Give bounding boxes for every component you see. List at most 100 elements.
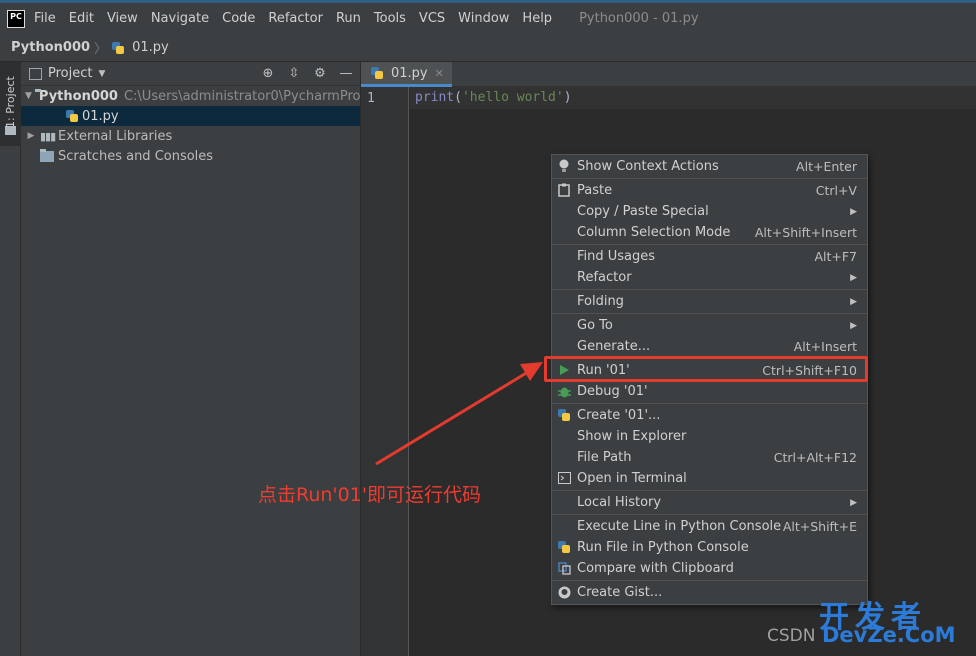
annotation-text: 点击Run'01'即可运行代码 [258,484,482,506]
ctx-label: Paste [577,183,613,198]
tree-root-path: C:\Users\administrator0\PycharmProjec [123,88,360,104]
project-view-selector[interactable]: Project [48,66,92,81]
ctx-run-file-in-console[interactable]: Run File in Python Console [552,537,867,558]
ctx-label: Local History [577,495,662,510]
run-highlight-box [544,356,868,382]
ctx-paste[interactable]: Paste Ctrl+V [552,180,867,201]
code-line[interactable]: print('hello world') [415,90,572,105]
project-tool-tab[interactable]: 1: Project [0,62,21,146]
project-tool-label: 1: Project [4,76,17,128]
ctx-generate[interactable]: Generate... Alt+Insert [552,336,867,357]
bulb-icon [557,159,571,173]
gear-icon[interactable]: ⚙ [312,66,328,82]
left-tool-strip: 1: Project [0,62,21,656]
ctx-separator [552,313,867,314]
debug-icon [557,384,571,398]
ctx-shortcut: Alt+F7 [814,249,857,264]
code-paren-close: ) [563,90,572,105]
breadcrumb-file-label: 01.py [132,40,169,55]
ctx-label: Show in Explorer [577,429,687,444]
python-icon [557,408,571,422]
tree-scratches-label: Scratches and Consoles [58,148,214,164]
ctx-label: Run File in Python Console [577,540,749,555]
ctx-label: Show Context Actions [577,159,719,174]
ctx-debug[interactable]: Debug '01' [552,381,867,402]
ctx-separator [552,178,867,179]
ctx-file-path[interactable]: File Path Ctrl+Alt+F12 [552,447,867,468]
breadcrumb-file[interactable]: 01.py [111,40,169,55]
ctx-compare-with-clipboard[interactable]: Compare with Clipboard [552,558,867,579]
ctx-go-to[interactable]: Go To ▶ [552,315,867,336]
ctx-label: Generate... [577,339,651,354]
ctx-shortcut: Alt+Shift+E [782,519,857,534]
code-paren-open: ( [454,90,462,105]
chevron-right-icon: ▶ [850,272,857,283]
code-function: print [415,90,455,105]
ctx-folding[interactable]: Folding ▶ [552,291,867,312]
ctx-copy-paste-special[interactable]: Copy / Paste Special ▶ [552,201,867,222]
menu-vcs[interactable]: VCS [419,11,445,26]
ctx-separator [552,289,867,290]
watermark-csdn: CSDN [767,626,816,646]
tree-root-row[interactable]: ▼ Python000 C:\Users\administrator0\Pych… [21,86,360,106]
library-icon: ▮▮▮ [40,129,56,143]
ctx-show-in-explorer[interactable]: Show in Explorer [552,426,867,447]
ctx-label: Compare with Clipboard [577,561,734,576]
ctx-label: Create '01'... [577,408,661,423]
ctx-local-history[interactable]: Local History ▶ [552,492,867,513]
menu-run[interactable]: Run [336,11,361,26]
chevron-right-icon: ▶ [850,320,857,331]
project-panel-header: Project ▼ ⊕ ⇳ ⚙ — [21,62,360,86]
hide-panel-icon[interactable]: — [338,66,354,82]
editor-tab-bar: 01.py ✕ [361,62,976,87]
python-file-icon [370,66,384,80]
line-gutter: 1 [361,87,409,656]
paste-icon [557,183,571,197]
menu-help[interactable]: Help [522,11,552,26]
ctx-separator [552,244,867,245]
editor-tab-01py[interactable]: 01.py ✕ [361,62,452,87]
tree-scratches-row[interactable]: Scratches and Consoles [21,146,360,166]
ctx-label: Column Selection Mode [577,225,731,240]
ctx-shortcut: Alt+Insert [793,339,857,354]
ctx-refactor[interactable]: Refactor ▶ [552,267,867,288]
ctx-label: Go To [577,318,613,333]
tree-file-row[interactable]: 01.py [21,106,360,126]
python-file-icon [65,109,79,123]
ctx-execute-line-in-console[interactable]: Execute Line in Python Console Alt+Shift… [552,516,867,537]
menu-edit[interactable]: Edit [69,11,94,26]
scratches-icon [40,148,54,162]
project-panel: Project ▼ ⊕ ⇳ ⚙ — ▼ Python000 C:\Users\a… [21,62,361,656]
close-icon[interactable]: ✕ [435,67,444,80]
compare-icon [557,561,571,575]
ctx-label: Refactor [577,270,632,285]
watermark-small: DevZe.CoM [822,623,956,647]
locate-file-icon[interactable]: ⊕ [260,66,276,82]
menu-window[interactable]: Window [458,11,509,26]
chevron-right-icon[interactable]: ▶ [25,131,37,141]
ctx-open-in-terminal[interactable]: Open in Terminal [552,468,867,489]
ctx-shortcut: Alt+Enter [796,159,857,174]
tree-external-row[interactable]: ▶ ▮▮▮ External Libraries [21,126,360,146]
menu-bar: PC File Edit View Navigate Code Refactor… [0,0,976,34]
menu-refactor[interactable]: Refactor [268,11,323,26]
chevron-down-icon[interactable]: ▼ [98,69,105,79]
breadcrumb-project[interactable]: Python000 [11,40,90,55]
ctx-find-usages[interactable]: Find Usages Alt+F7 [552,246,867,267]
editor-tab-label: 01.py [391,65,428,81]
ctx-label: Folding [577,294,624,309]
ctx-shortcut: Ctrl+V [815,183,857,198]
ctx-show-context-actions[interactable]: Show Context Actions Alt+Enter [552,156,867,177]
menu-code[interactable]: Code [222,11,255,26]
menu-tools[interactable]: Tools [374,11,406,26]
ctx-separator [552,490,867,491]
github-icon [557,585,571,599]
menu-view[interactable]: View [107,11,138,26]
collapse-all-icon[interactable]: ⇳ [286,66,302,82]
ctx-create[interactable]: Create '01'... [552,405,867,426]
ctx-column-selection-mode[interactable]: Column Selection Mode Alt+Shift+Insert [552,222,867,243]
menu-file[interactable]: File [34,11,56,26]
line-number: 1 [367,91,375,106]
chevron-down-icon[interactable]: ▼ [25,91,32,101]
menu-navigate[interactable]: Navigate [151,11,209,26]
